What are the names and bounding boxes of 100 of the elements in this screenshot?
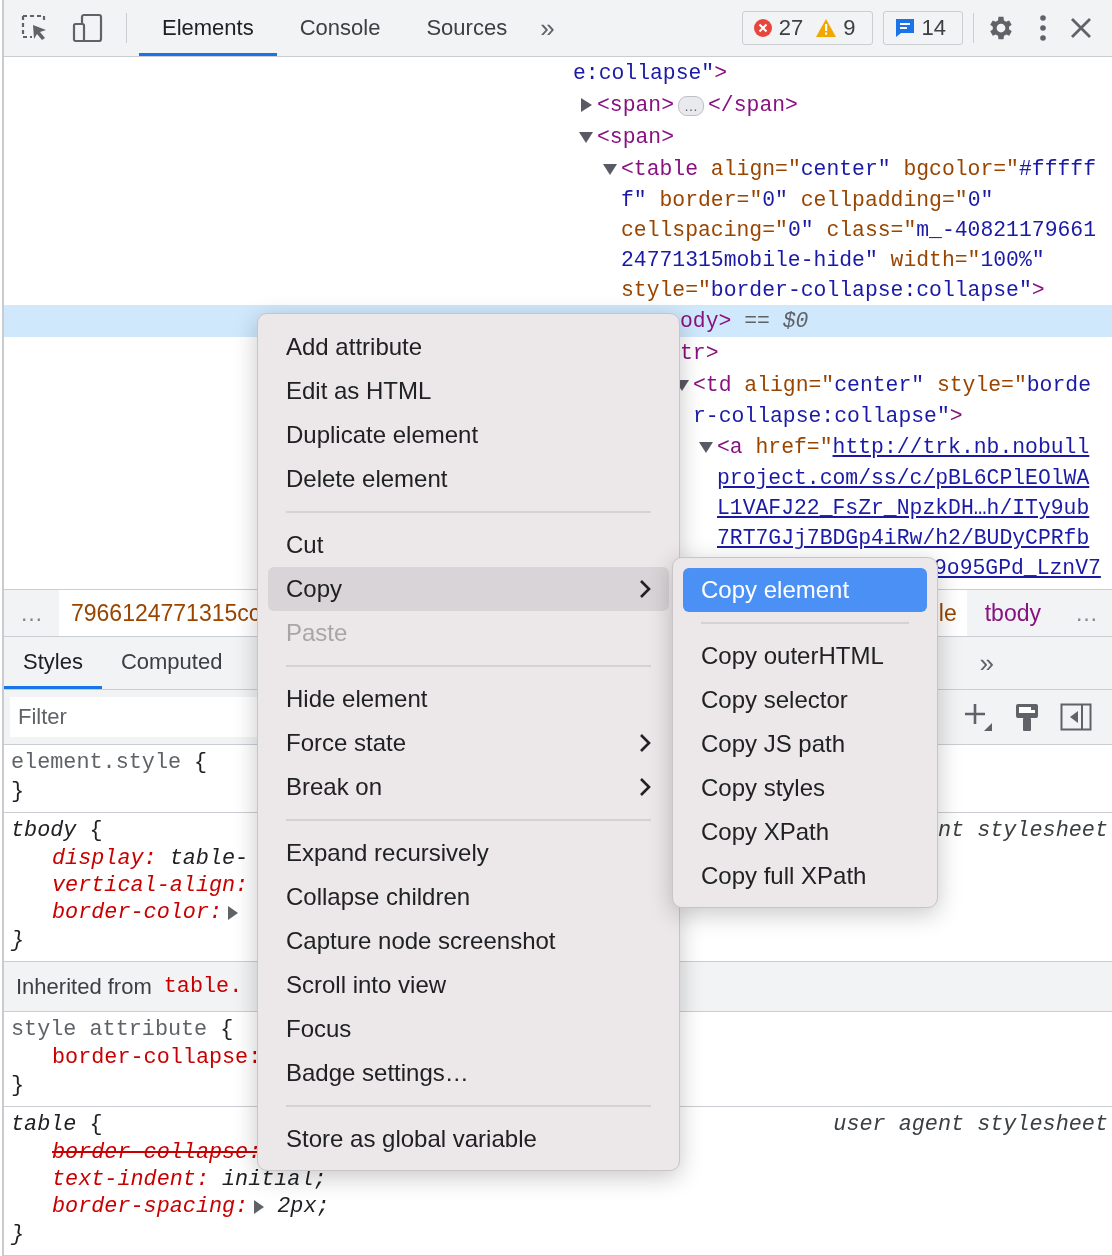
menu-item-label: Collapse children: [286, 883, 471, 911]
code-line: cellspacing="0" class="m_-40821179661: [621, 217, 1096, 244]
menu-item-label: Copy: [286, 575, 343, 603]
property-name: border-color:: [52, 899, 223, 926]
property-name: border-spacing:: [52, 1193, 249, 1220]
menu-item[interactable]: Badge settings…: [268, 1051, 669, 1095]
menu-item[interactable]: Expand recursively: [268, 831, 669, 875]
link[interactable]: http://trk.nb.nobull: [832, 435, 1090, 459]
messages-counter[interactable]: 14: [882, 11, 963, 45]
brace: {: [220, 1016, 234, 1044]
triangle-right-icon[interactable]: [579, 98, 593, 112]
inherited-label: Inherited from: [16, 973, 152, 1000]
code-line: 24771315mobile-hide" width="100%": [621, 247, 1045, 274]
menu-item[interactable]: Add attribute: [268, 325, 669, 369]
brace: }: [11, 1221, 25, 1249]
code-line: ody> == $0: [680, 308, 809, 335]
brace: {: [89, 817, 103, 845]
breadcrumb[interactable]: tbody: [966, 590, 1059, 636]
menu-item-label: Expand recursively: [286, 839, 489, 867]
menu-item[interactable]: Scroll into view: [268, 963, 669, 1007]
css-selector: table: [11, 1111, 77, 1139]
triangle-down-icon[interactable]: [699, 440, 713, 454]
menu-item[interactable]: Collapse children: [268, 875, 669, 919]
triangle-down-icon[interactable]: [603, 162, 617, 176]
code-line: style="border-collapse:collapse">: [621, 277, 1045, 304]
property-name: text-indent:: [52, 1166, 209, 1193]
stylesheet-source[interactable]: nt stylesheet: [937, 816, 1108, 845]
menu-item[interactable]: Copy outerHTML: [683, 634, 927, 678]
menu-item-label: Store as global variable: [286, 1125, 537, 1153]
property-name: display:: [52, 845, 157, 872]
menu-item[interactable]: Capture node screenshot: [268, 919, 669, 963]
brace: }: [11, 1072, 25, 1100]
inherited-link[interactable]: table.: [163, 974, 243, 999]
menu-item-label: Focus: [286, 1015, 352, 1043]
code-line: <a href="http://trk.nb.nobull: [717, 434, 1090, 461]
warning-count: 9: [843, 15, 856, 41]
message-count: 14: [921, 15, 946, 41]
panel-tab[interactable]: Console: [276, 0, 404, 56]
menu-item-label: Scroll into view: [286, 971, 447, 999]
menu-item-label: Edit as HTML: [286, 377, 432, 405]
triangle-right-icon[interactable]: [254, 1199, 265, 1214]
ellipsis-button[interactable]: …: [678, 96, 705, 116]
menu-item-label: Badge settings…: [286, 1059, 469, 1087]
issues-counter[interactable]: 27 9: [741, 11, 873, 45]
menu-item[interactable]: Break on: [268, 765, 669, 809]
menu-item[interactable]: Copy full XPath: [683, 854, 927, 898]
pane-tab[interactable]: Computed: [101, 637, 242, 689]
panel-tab[interactable]: Elements: [139, 0, 277, 56]
more-tabs-button[interactable]: »: [969, 637, 1112, 689]
triangle-right-icon[interactable]: [228, 905, 239, 920]
menu-item[interactable]: Store as global variable: [268, 1117, 669, 1161]
link[interactable]: project.com/ss/c/pBL6CPlEOlWA: [717, 466, 1090, 490]
menu-item[interactable]: Copy: [268, 567, 669, 611]
paint-brush-icon[interactable]: [1014, 701, 1040, 733]
menu-item[interactable]: Copy JS path: [683, 722, 927, 766]
menu-item[interactable]: Cut: [268, 523, 669, 567]
property-name: border-collapse:: [52, 1139, 262, 1166]
menu-item-label: Add attribute: [286, 333, 423, 361]
css-selector: style attribute: [11, 1016, 208, 1044]
menu-item-label: Delete element: [286, 465, 448, 493]
device-icon[interactable]: [72, 13, 104, 43]
close-icon[interactable]: [1070, 17, 1092, 39]
link[interactable]: 9o95GPd_LznV7: [934, 556, 1101, 580]
panel-tab[interactable]: Sources: [403, 0, 531, 56]
message-icon: [893, 17, 916, 39]
warning-icon: [815, 18, 838, 38]
triangle-down-icon[interactable]: [579, 130, 593, 144]
code-line: f" border="0" cellpadding="0": [621, 187, 994, 214]
link[interactable]: L1VAFJ22_FsZr_NpzkDH…h/ITy9ub: [717, 496, 1090, 520]
code-line: r-collapse:collapse">: [693, 403, 963, 430]
css-selector: tbody: [11, 817, 77, 845]
breadcrumb[interactable]: le: [936, 590, 967, 636]
menu-item-label: Break on: [286, 773, 383, 801]
brace: {: [194, 749, 208, 777]
error-icon: [752, 18, 773, 38]
property-value: 2px;: [277, 1193, 330, 1220]
menu-item[interactable]: Delete element: [268, 457, 669, 501]
property-name: vertical-align:: [52, 872, 249, 899]
stylesheet-source[interactable]: user agent stylesheet: [833, 1110, 1108, 1139]
menu-item-label: Capture node screenshot: [286, 927, 556, 955]
menu-item[interactable]: Copy selector: [683, 678, 927, 722]
plus-icon[interactable]: [962, 701, 994, 733]
code-line: tr>: [680, 340, 719, 367]
menu-item[interactable]: Edit as HTML: [268, 369, 669, 413]
brace: }: [11, 927, 25, 955]
sidebar-toggle-icon[interactable]: [1060, 703, 1092, 731]
code-line: <span> … </span>: [597, 92, 798, 119]
menu-item[interactable]: Copy styles: [683, 766, 927, 810]
menu-item[interactable]: Copy XPath: [683, 810, 927, 854]
code-line: <span>: [597, 124, 675, 151]
menu-item[interactable]: Focus: [268, 1007, 669, 1051]
more-tabs-button[interactable]: »: [530, 12, 565, 44]
link[interactable]: 7RT7GJj7BDGp4iRw/h2/BUDyCPRfb: [717, 526, 1090, 550]
menu-icon[interactable]: [1038, 13, 1048, 43]
menu-item-label: Cut: [286, 531, 324, 559]
property-value: table-: [169, 845, 249, 872]
property-name: border-collapse:: [52, 1044, 262, 1071]
menu-item[interactable]: Duplicate element: [268, 413, 669, 457]
error-count: 27: [778, 15, 804, 41]
menu-item-label: Duplicate element: [286, 421, 479, 449]
